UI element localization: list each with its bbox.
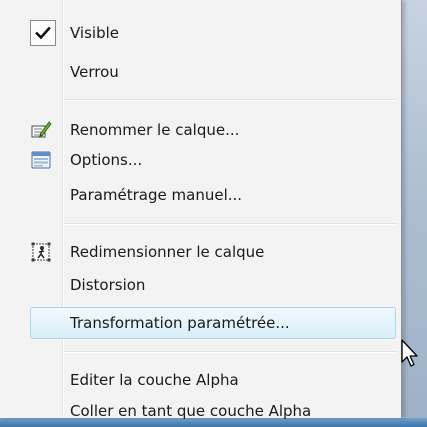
menu-item-label: Paramétrage manuel...: [70, 186, 243, 204]
menu-item-edit-alpha[interactable]: Editer la couche Alpha: [0, 366, 402, 394]
resize-figure-icon: [31, 242, 51, 262]
menu-item-visible[interactable]: Visible: [0, 19, 402, 47]
context-menu: Visible Verrou Renommer le calque... Opt…: [0, 0, 402, 420]
menu-item-parametric-transform[interactable]: Transformation paramétrée...: [0, 309, 402, 337]
menu-item-options[interactable]: Options...: [0, 146, 402, 174]
menu-separator: [64, 99, 396, 101]
menu-item-label: Visible: [70, 24, 119, 42]
mouse-pointer-icon: [401, 339, 418, 367]
menu-item-label: Transformation paramétrée...: [70, 314, 290, 332]
menu-item-label: Options...: [70, 151, 143, 169]
menu-item-resize-layer[interactable]: Redimensionner le calque: [0, 238, 402, 266]
menu-item-manual-settings[interactable]: Paramétrage manuel...: [0, 181, 402, 209]
menu-separator: [64, 351, 396, 353]
menu-item-lock[interactable]: Verrou: [0, 58, 402, 86]
menu-item-rename-layer[interactable]: Renommer le calque...: [0, 116, 402, 144]
menu-item-label: Editer la couche Alpha: [70, 371, 239, 389]
menu-item-paste-as-alpha[interactable]: Coller en tant que couche Alpha: [0, 397, 402, 425]
menu-item-label: Verrou: [70, 63, 119, 81]
menu-item-label: Redimensionner le calque: [70, 243, 265, 261]
menu-item-label: Distorsion: [70, 276, 146, 294]
menu-item-label: Coller en tant que couche Alpha: [70, 402, 312, 420]
options-window-icon: [31, 151, 51, 169]
menu-item-label: Renommer le calque...: [70, 121, 240, 139]
menu-item-distortion[interactable]: Distorsion: [0, 271, 402, 299]
menu-separator: [64, 223, 396, 225]
rename-pencil-icon: [31, 121, 52, 138]
